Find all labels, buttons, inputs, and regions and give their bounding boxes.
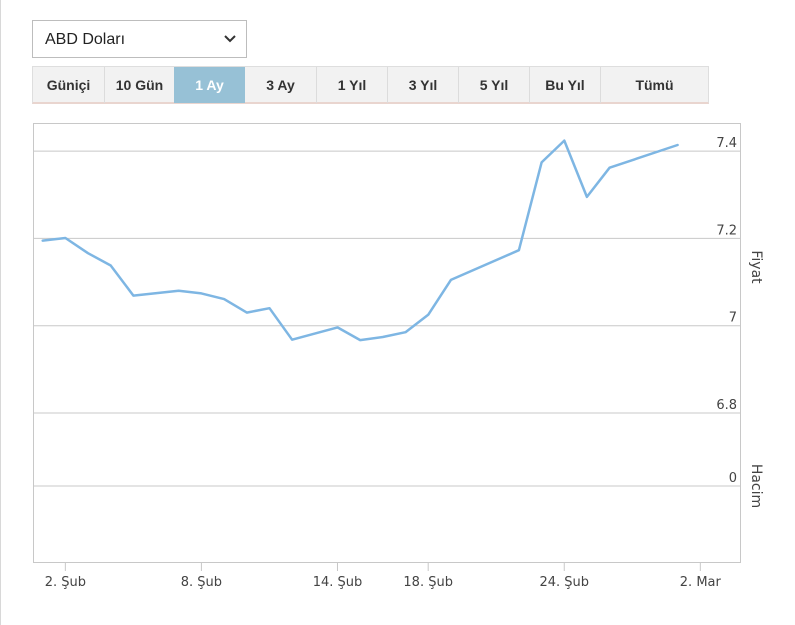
y-tick-label: 6.8 xyxy=(716,398,737,413)
x-tick-label: 2. Şub xyxy=(45,575,86,590)
x-tick-label: 18. Şub xyxy=(403,575,453,590)
y-axis-title-hacim: Hacim xyxy=(748,464,764,508)
price-chart: 7.4 7.2 7 6.8 0 2. Şub 8. Şub 14. Şub 18. Şub 24.… xyxy=(34,136,764,590)
x-tick-label: 14. Şub xyxy=(313,575,363,590)
x-tick-label: 2. Mar xyxy=(680,575,722,590)
y-tick-label: 7.2 xyxy=(716,223,737,238)
price-series-line xyxy=(41,139,679,342)
y-axis-title-fiyat: Fiyat xyxy=(748,250,764,284)
y-tick-label: 7.4 xyxy=(716,136,737,151)
volume-tick-label: 0 xyxy=(729,471,737,486)
y-tick-label: 7 xyxy=(729,311,737,326)
x-tick-label: 8. Şub xyxy=(181,575,222,590)
x-tick-label: 24. Şub xyxy=(539,575,589,590)
